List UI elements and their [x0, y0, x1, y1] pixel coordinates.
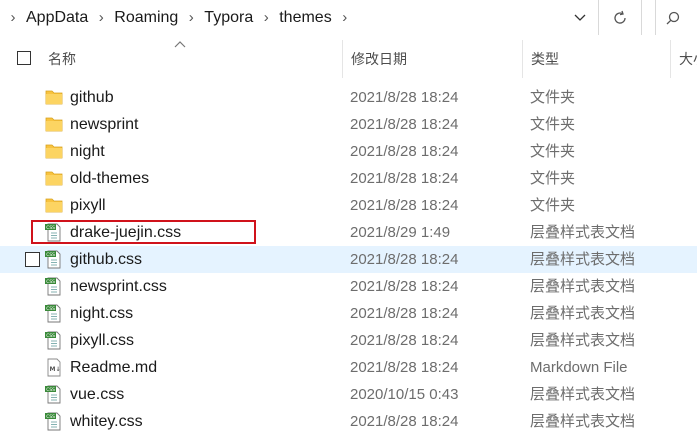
file-date: 2021/8/28 18:24	[350, 413, 459, 430]
css-file-icon: CSS	[44, 385, 64, 404]
file-name: night.css	[70, 305, 134, 322]
file-type: 文件夹	[530, 89, 576, 106]
markdown-file-icon: M↓	[44, 358, 64, 377]
file-type: 层叠样式表文档	[530, 224, 636, 241]
file-type: 文件夹	[530, 170, 576, 187]
file-date: 2021/8/28 18:24	[350, 278, 459, 295]
refresh-icon	[614, 10, 626, 24]
file-date: 2021/8/28 18:24	[350, 170, 459, 187]
file-name: newsprint.css	[70, 278, 167, 295]
file-name: Readme.md	[70, 359, 158, 376]
chevron-right-icon[interactable]: ›	[253, 9, 279, 26]
column-type-label: 类型	[531, 51, 559, 67]
breadcrumb[interactable]: › AppData › Roaming › Typora › themes ›	[0, 0, 599, 35]
file-row[interactable]: newsprint 2021/8/28 18:24 文件夹	[0, 111, 697, 138]
file-type: 层叠样式表文档	[530, 251, 636, 268]
folder-icon	[44, 169, 64, 188]
css-file-icon: CSS	[44, 250, 64, 269]
chevron-right-icon[interactable]: ›	[88, 9, 114, 26]
file-type: 层叠样式表文档	[530, 332, 636, 349]
svg-text:CSS: CSS	[46, 387, 55, 393]
row-checkbox[interactable]	[25, 252, 40, 267]
file-row[interactable]: old-themes 2021/8/28 18:24 文件夹	[0, 165, 697, 192]
file-name: old-themes	[70, 170, 150, 187]
folder-icon	[44, 196, 64, 215]
chevron-right-icon[interactable]: ›	[0, 9, 26, 26]
folder-icon	[44, 88, 64, 107]
column-modified-label: 修改日期	[351, 51, 407, 67]
highlight-box	[31, 220, 256, 244]
folder-icon	[44, 115, 64, 134]
chevron-right-icon[interactable]: ›	[178, 9, 204, 26]
file-name: github.css	[70, 251, 143, 268]
file-row[interactable]: CSS whitey.css 2021/8/28 18:24 层叠样式表文档	[0, 408, 697, 435]
search-icon	[666, 11, 680, 24]
file-type: 层叠样式表文档	[530, 413, 636, 430]
refresh-button[interactable]	[599, 0, 642, 35]
column-size-label: 大小	[679, 51, 697, 67]
column-name-label: 名称	[48, 51, 76, 67]
column-modified[interactable]: 修改日期	[343, 40, 523, 78]
file-name: night	[70, 143, 105, 160]
svg-text:CSS: CSS	[46, 306, 55, 312]
file-row[interactable]: CSS github.css 2021/8/28 18:24 层叠样式表文档	[0, 246, 697, 273]
file-type: Markdown File	[530, 359, 628, 376]
address-bar: › AppData › Roaming › Typora › themes ›	[0, 0, 697, 36]
file-date: 2021/8/28 18:24	[350, 359, 459, 376]
svg-text:CSS: CSS	[46, 279, 55, 285]
file-date: 2020/10/15 0:43	[350, 386, 459, 403]
css-file-icon: CSS	[44, 277, 64, 296]
search-box[interactable]	[655, 0, 697, 35]
breadcrumb-typora[interactable]: Typora	[204, 9, 253, 27]
column-type[interactable]: 类型	[523, 40, 671, 78]
file-type: 文件夹	[530, 197, 576, 214]
file-row[interactable]: CSS night.css 2021/8/28 18:24 层叠样式表文档	[0, 300, 697, 327]
svg-text:CSS: CSS	[46, 333, 55, 339]
css-file-icon: CSS	[44, 304, 64, 323]
file-date: 2021/8/28 18:24	[350, 332, 459, 349]
file-date: 2021/8/29 1:49	[350, 224, 451, 241]
breadcrumb-themes[interactable]: themes	[279, 9, 331, 27]
column-name[interactable]: 名称	[40, 40, 343, 78]
file-date: 2021/8/28 18:24	[350, 305, 459, 322]
file-date: 2021/8/28 18:24	[350, 251, 459, 268]
file-name: whitey.css	[70, 413, 143, 430]
chevron-down-icon	[574, 14, 586, 21]
file-type: 层叠样式表文档	[530, 305, 636, 322]
address-history-dropdown[interactable]	[563, 0, 597, 35]
column-size[interactable]: 大小	[671, 40, 697, 78]
breadcrumb-appdata[interactable]: AppData	[26, 9, 88, 27]
file-name: vue.css	[70, 386, 125, 403]
file-date: 2021/8/28 18:24	[350, 89, 459, 106]
file-row[interactable]: M↓ Readme.md 2021/8/28 18:24 Markdown File	[0, 354, 697, 381]
file-type: 文件夹	[530, 143, 576, 160]
svg-text:M↓: M↓	[50, 366, 61, 373]
svg-text:CSS: CSS	[46, 252, 55, 258]
folder-icon	[44, 142, 64, 161]
svg-text:CSS: CSS	[46, 414, 55, 420]
file-name: github	[70, 89, 114, 106]
breadcrumb-roaming[interactable]: Roaming	[114, 9, 178, 27]
file-type: 文件夹	[530, 116, 576, 133]
file-type: 层叠样式表文档	[530, 386, 636, 403]
file-date: 2021/8/28 18:24	[350, 143, 459, 160]
select-all-checkbox[interactable]	[17, 51, 31, 65]
css-file-icon: CSS	[44, 412, 64, 431]
file-name: newsprint	[70, 116, 139, 133]
file-type: 层叠样式表文档	[530, 278, 636, 295]
file-name: pixyll.css	[70, 332, 135, 349]
file-list: github 2021/8/28 18:24 文件夹 newsprint 2021/8/…	[0, 84, 697, 435]
file-row[interactable]: pixyll 2021/8/28 18:24 文件夹	[0, 192, 697, 219]
file-row[interactable]: CSS pixyll.css 2021/8/28 18:24 层叠样式表文档	[0, 327, 697, 354]
file-name: pixyll	[70, 197, 106, 214]
file-row[interactable]: CSS vue.css 2020/10/15 0:43 层叠样式表文档	[0, 381, 697, 408]
file-date: 2021/8/28 18:24	[350, 197, 459, 214]
chevron-right-icon[interactable]: ›	[332, 9, 358, 26]
file-date: 2021/8/28 18:24	[350, 116, 459, 133]
file-row[interactable]: CSS newsprint.css 2021/8/28 18:24 层叠样式表文档	[0, 273, 697, 300]
css-file-icon: CSS	[44, 331, 64, 350]
file-row[interactable]: github 2021/8/28 18:24 文件夹	[0, 84, 697, 111]
file-row[interactable]: night 2021/8/28 18:24 文件夹	[0, 138, 697, 165]
